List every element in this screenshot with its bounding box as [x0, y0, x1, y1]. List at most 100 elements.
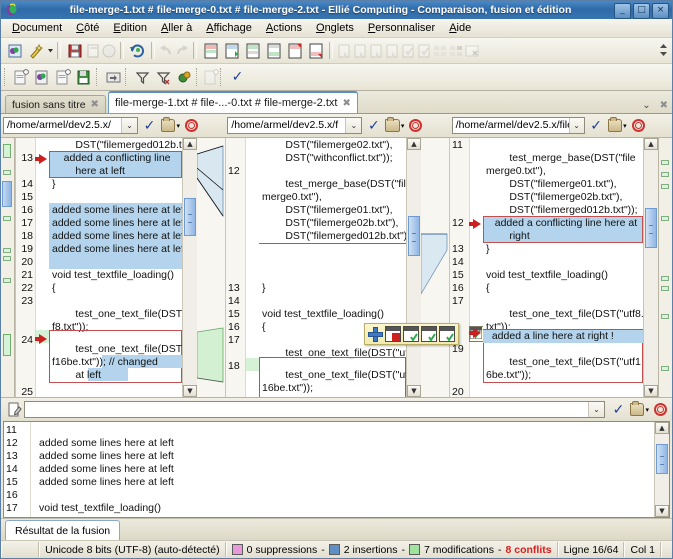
- toolbar-overflow-icon[interactable]: [659, 42, 668, 58]
- tab-overflow-icon[interactable]: ⌄: [642, 100, 650, 111]
- conflict-arrow-icon[interactable]: [39, 154, 47, 164]
- add-merge-icon[interactable]: [368, 327, 383, 342]
- change-block-marker[interactable]: [246, 358, 259, 371]
- clear-filter-icon[interactable]: [153, 67, 174, 88]
- menu-edition[interactable]: Edition: [106, 21, 154, 35]
- right-apply-button[interactable]: ✓: [587, 116, 606, 135]
- menu-aller-a[interactable]: Aller à: [154, 21, 199, 35]
- center-browse-button[interactable]: ▾: [385, 116, 404, 135]
- tab-fusion-sans-titre[interactable]: fusion sans titre ✖: [5, 95, 106, 113]
- apply-check-icon[interactable]: ✓: [227, 67, 248, 88]
- center-apply-button[interactable]: ✓: [364, 116, 383, 135]
- center-change-marker-column[interactable]: [246, 138, 259, 397]
- left-change-marker-column[interactable]: [36, 138, 49, 397]
- wizard-dropdown-icon[interactable]: [46, 40, 54, 61]
- next-difference-icon[interactable]: [221, 40, 242, 61]
- tab-close-all-icon[interactable]: ✖: [660, 100, 668, 111]
- menu-aide[interactable]: Aide: [442, 21, 478, 35]
- result-vertical-scrollbar[interactable]: ▲ ▼: [654, 422, 669, 517]
- take-base-icon[interactable]: [421, 326, 437, 342]
- scroll-thumb[interactable]: [656, 444, 668, 474]
- wizard-icon[interactable]: [25, 40, 46, 61]
- minimize-button[interactable]: _: [614, 3, 631, 19]
- menu-cote[interactable]: Côté: [69, 21, 106, 35]
- left-code-area[interactable]: 13 14 15 16 17 18 19 20 21 22 23 24 25: [15, 138, 197, 397]
- toolbar-grip-5[interactable]: [220, 68, 225, 86]
- scroll-down-arrow-icon[interactable]: ▼: [655, 505, 669, 517]
- resolve-icon[interactable]: [400, 43, 416, 59]
- options-icon[interactable]: [174, 67, 195, 88]
- scroll-thumb[interactable]: [184, 198, 196, 236]
- scroll-up-arrow-icon[interactable]: ▲: [644, 138, 658, 150]
- take-none-icon[interactable]: [385, 326, 401, 342]
- left-overview-map[interactable]: [1, 138, 15, 397]
- save-result-icon[interactable]: [74, 67, 95, 88]
- maximize-button[interactable]: □: [633, 3, 650, 19]
- center-reset-button[interactable]: [406, 116, 425, 135]
- chevron-down-icon[interactable]: ⌄: [345, 118, 361, 133]
- result-reset-button[interactable]: [651, 400, 670, 419]
- result-editor[interactable]: 11 12 13 14 15 16 17 added some lines he…: [3, 421, 670, 518]
- compare-words-icon[interactable]: [432, 43, 448, 59]
- result-edit-icon[interactable]: [5, 400, 24, 419]
- scroll-down-arrow-icon[interactable]: ▼: [407, 385, 421, 397]
- result-apply-button[interactable]: ✓: [609, 400, 628, 419]
- conflict-arrow-icon[interactable]: [473, 219, 481, 229]
- change-arrow-icon[interactable]: [39, 334, 47, 344]
- tab-close-icon[interactable]: ✖: [342, 98, 350, 109]
- merge-action-floating-toolbar[interactable]: [364, 323, 459, 345]
- menu-onglets[interactable]: Onglets: [309, 21, 361, 35]
- toolbar-grip-3[interactable]: [125, 68, 130, 86]
- scroll-thumb[interactable]: [645, 208, 657, 248]
- close-button[interactable]: ×: [652, 3, 669, 19]
- last-conflict-icon[interactable]: [305, 40, 326, 61]
- chevron-down-icon[interactable]: ⌄: [588, 402, 604, 417]
- open-left-file-icon[interactable]: [11, 67, 32, 88]
- center-vertical-scrollbar[interactable]: ▲ ▼: [406, 138, 421, 397]
- save-icon[interactable]: [64, 40, 85, 61]
- prev-conflict-icon[interactable]: [242, 40, 263, 61]
- center-code-area[interactable]: 12 13 14 15 16 17 18 19 DST("filemerge02…: [225, 138, 421, 397]
- right-path-combo[interactable]: /home/armel/dev2.5.x/file ⌄: [452, 117, 585, 134]
- menu-personnaliser[interactable]: Personnaliser: [361, 21, 442, 35]
- open-right-file-icon[interactable]: [53, 67, 74, 88]
- merge-left-icon[interactable]: [336, 43, 352, 59]
- new-comparison-icon[interactable]: [4, 40, 25, 61]
- tab-resultat-de-la-fusion[interactable]: Résultat de la fusion: [5, 520, 120, 540]
- toolbar-grip[interactable]: [4, 68, 9, 86]
- first-conflict-icon[interactable]: [284, 40, 305, 61]
- left-reset-button[interactable]: [182, 116, 201, 135]
- center-path-combo[interactable]: /home/armel/dev2.5.x/f ⌄: [227, 117, 362, 134]
- merge-all-left-icon[interactable]: [368, 43, 384, 59]
- right-vertical-scrollbar[interactable]: ▲ ▼: [643, 138, 658, 397]
- center-code-body[interactable]: DST("filemerge02.txt"), DST("withconflic…: [259, 138, 406, 397]
- compare-chars-icon[interactable]: [448, 43, 464, 59]
- result-code-body[interactable]: added some lines here at left added some…: [31, 422, 654, 517]
- save-all-icon[interactable]: [101, 43, 117, 59]
- right-browse-button[interactable]: ▾: [608, 116, 627, 135]
- menu-actions[interactable]: Actions: [259, 21, 309, 35]
- left-browse-button[interactable]: ▾: [161, 116, 180, 135]
- tab-file-merge[interactable]: file-merge-1.txt # file-...-0.txt # file…: [108, 91, 358, 113]
- scroll-down-arrow-icon[interactable]: ▼: [644, 385, 658, 397]
- filter-icon[interactable]: [132, 67, 153, 88]
- delete-block-icon[interactable]: [464, 43, 480, 59]
- right-reset-button[interactable]: [629, 116, 648, 135]
- scroll-thumb[interactable]: [408, 216, 420, 256]
- resolve-all-icon[interactable]: [416, 43, 432, 59]
- left-apply-button[interactable]: ✓: [140, 116, 159, 135]
- tab-close-icon[interactable]: ✖: [91, 99, 99, 110]
- left-code-body[interactable]: DST("filemerged012b.txt"); added a confl…: [49, 138, 182, 397]
- right-code-body[interactable]: test_merge_base(DST("file merge0.txt"), …: [483, 138, 643, 397]
- redo-icon[interactable]: [174, 43, 190, 59]
- open-both-files-icon[interactable]: [32, 67, 53, 88]
- refresh-icon[interactable]: [127, 40, 148, 61]
- merge-all-right-icon[interactable]: [384, 43, 400, 59]
- scroll-up-arrow-icon[interactable]: ▲: [183, 138, 197, 150]
- save-as-icon[interactable]: [85, 43, 101, 59]
- take-left-icon[interactable]: [403, 326, 419, 342]
- scroll-up-arrow-icon[interactable]: ▲: [655, 422, 669, 434]
- result-path-combo[interactable]: ⌄: [24, 401, 605, 418]
- undo-icon[interactable]: [158, 43, 174, 59]
- right-overview-map[interactable]: [658, 138, 672, 397]
